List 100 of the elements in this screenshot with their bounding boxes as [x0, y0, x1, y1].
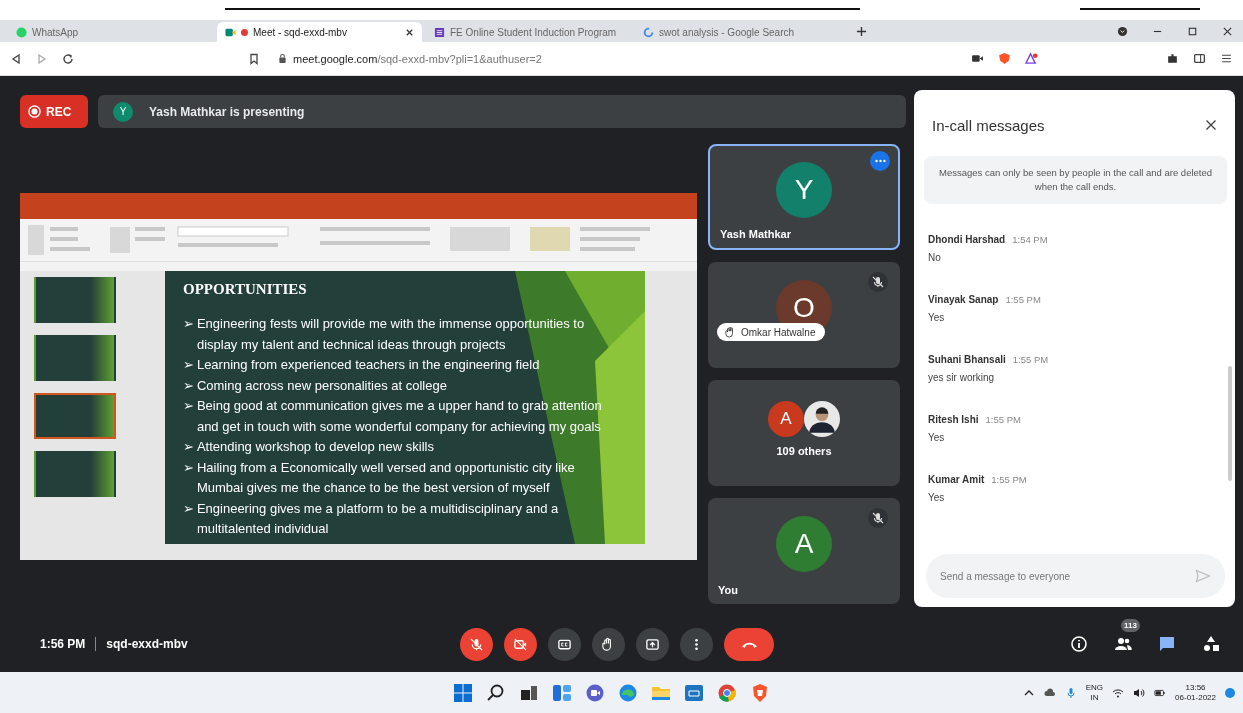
browser-tab[interactable]: FE Online Student Induction Program [426, 22, 631, 42]
more-icon [874, 159, 886, 163]
language-label[interactable]: ENG [1085, 682, 1104, 693]
panel-title: In-call messages [932, 116, 1045, 134]
participant-tile[interactable]: O Omkar Hatwalne [708, 262, 900, 368]
end-call-button[interactable] [724, 627, 774, 661]
participant-count: 109 others [776, 445, 832, 457]
meeting-code: sqd-exxd-mbv [106, 637, 188, 651]
site-icon [643, 26, 654, 38]
message-time: 1:55 PM [1005, 294, 1041, 305]
people-icon [1114, 635, 1132, 653]
wifi-icon[interactable] [1112, 686, 1125, 699]
search-icon[interactable] [485, 682, 506, 703]
browser-icon[interactable] [617, 682, 638, 703]
participant-tile[interactable]: Y Yash Mathkar [708, 144, 900, 250]
message-time: 1:55 PM [991, 474, 1027, 485]
avatar-icon [804, 401, 840, 437]
message-text: Yes [928, 432, 946, 443]
triangle-icon[interactable] [1025, 52, 1038, 65]
slide-title: OPPORTUNITIES [183, 281, 308, 298]
scrollbar[interactable] [1228, 366, 1232, 481]
chat-notice: Messages can only be seen by people in the call and are deleted when the call ends. [924, 156, 1227, 204]
browser-tab[interactable]: swot analysis - Google Search [635, 22, 840, 42]
clock-date[interactable]: 06-01-2022 [1175, 692, 1216, 703]
participant-name: Omkar Hatwalne [717, 323, 826, 341]
slide-thumbnail[interactable] [34, 335, 116, 381]
info-icon [1070, 635, 1088, 653]
shield-icon[interactable] [998, 52, 1011, 65]
camera-icon[interactable] [971, 52, 984, 65]
sender-name: Vinayak Sanap [928, 294, 999, 305]
chat-icon[interactable] [584, 682, 605, 703]
back-icon[interactable] [10, 52, 22, 65]
present-icon [645, 636, 660, 652]
slide-thumbnail[interactable] [34, 393, 116, 439]
message-time: 1:55 PM [985, 414, 1021, 425]
participant-tile[interactable]: A 109 others [708, 380, 900, 486]
region-label[interactable]: IN [1090, 692, 1099, 703]
message-text: Yes [928, 492, 946, 503]
bullet-text: Learning from experienced teachers in the engineering field [196, 356, 540, 374]
message-text: No [928, 252, 942, 263]
bullet-mark: ➢ [183, 356, 194, 374]
close-icon[interactable] [1205, 119, 1217, 131]
raise-hand-button[interactable] [592, 627, 625, 661]
browser-tab[interactable]: WhatsApp [8, 22, 213, 42]
chrome-icon[interactable] [716, 682, 737, 703]
participant-tile[interactable]: A You [708, 498, 900, 604]
captions-button[interactable] [548, 627, 581, 661]
shapes-icon [1202, 635, 1220, 653]
more-options-button[interactable] [870, 151, 890, 171]
presenting-label: Yash Mathkar is presenting [149, 104, 305, 119]
chat-bubble-icon [1158, 635, 1176, 653]
meeting-time: 1:56 PM [40, 637, 86, 651]
maximize-icon[interactable] [1187, 26, 1198, 37]
avatar: A [768, 401, 804, 437]
sidebar-icon[interactable] [1193, 52, 1206, 65]
bullet-mark: ➢ [183, 458, 194, 477]
participant-name: Yash Mathkar [720, 228, 791, 240]
notification-dot[interactable] [1225, 687, 1235, 698]
avatar: Y [113, 101, 133, 122]
tab-search-icon[interactable] [1117, 26, 1128, 37]
slide-thumbnail[interactable] [34, 277, 116, 323]
close-icon[interactable] [405, 27, 414, 37]
slide-thumbnail[interactable] [34, 451, 116, 497]
present-button[interactable] [636, 627, 669, 661]
message-field[interactable]: Send a message to everyone [926, 554, 1225, 598]
message-text: yes sir working [928, 372, 996, 383]
bullet-text: Attending workshop to develop new skills [196, 438, 434, 456]
participant-count-badge: 113 [1121, 619, 1140, 632]
recording-button[interactable]: REC [20, 95, 88, 128]
puzzle-icon[interactable] [1166, 52, 1179, 65]
mic-off-button[interactable] [460, 627, 493, 661]
widgets-icon[interactable] [551, 682, 572, 703]
microphone-icon[interactable] [1064, 686, 1077, 699]
avatar: Y [776, 162, 832, 218]
bullet-text: Being good at communication gives me a upper hand to grab attention and get in touch with some wonderful company for achieving my goals [196, 397, 603, 436]
avatar: A [776, 516, 832, 572]
bullet-mark: ➢ [183, 397, 194, 415]
reload-icon[interactable] [62, 52, 74, 65]
bullet-mark: ➢ [183, 315, 194, 333]
bullet-mark: ➢ [183, 376, 194, 395]
bookmark-icon[interactable] [248, 52, 260, 65]
hand-icon [725, 326, 735, 338]
camera-off-button[interactable] [504, 627, 537, 661]
message-time: 1:55 PM [1012, 354, 1049, 365]
camera-off-icon [513, 636, 528, 652]
sender-name: Kumar Amit [928, 474, 985, 485]
cloud-icon[interactable] [1043, 686, 1056, 699]
more-options-button[interactable] [680, 627, 713, 661]
site-icon [16, 26, 27, 38]
mail-icon[interactable] [683, 682, 704, 703]
participant-name: You [718, 584, 738, 596]
clock-time[interactable]: 13:56 [1185, 682, 1206, 693]
start-icon[interactable] [452, 682, 473, 703]
browser-tab[interactable]: Meet - sqd-exxd-mbv [217, 22, 422, 42]
close-icon[interactable] [1222, 26, 1233, 37]
menu-icon[interactable] [1220, 52, 1233, 65]
bullet-mark: ➢ [183, 438, 194, 456]
message-time: 1:54 PM [1012, 234, 1048, 245]
volume-icon[interactable] [1133, 686, 1146, 699]
new-tab-icon[interactable] [856, 26, 867, 37]
